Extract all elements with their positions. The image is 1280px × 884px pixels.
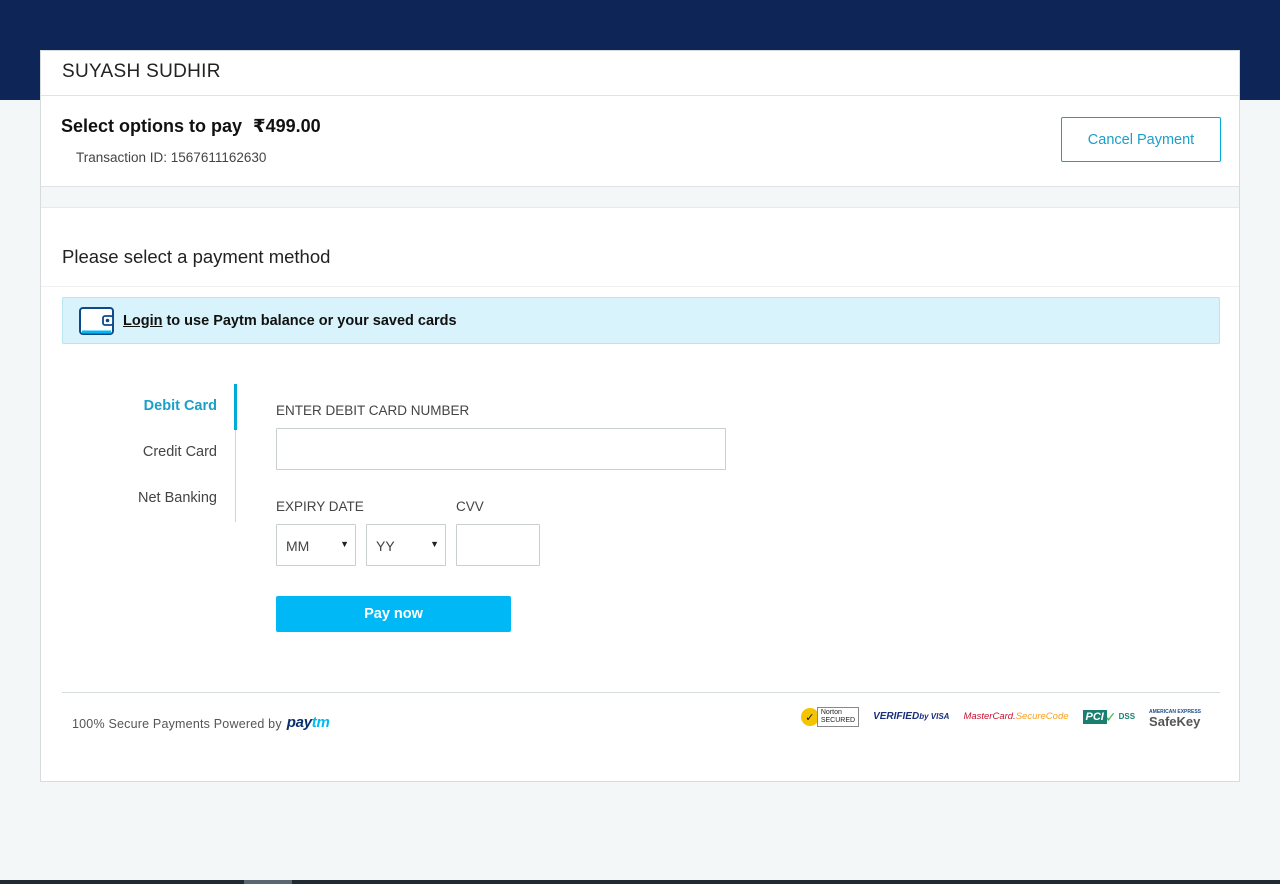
securecode-label: SecureCode (1015, 711, 1069, 722)
tab-debit-card[interactable]: Debit Card (144, 398, 217, 414)
norton-label: Norton (820, 709, 842, 716)
checkmark-icon: ✓ (1104, 708, 1117, 725)
tab-net-banking[interactable]: Net Banking (138, 490, 217, 506)
section-divider (41, 187, 1239, 208)
security-badges: ✓ Norton SECURED VERIFIED by VISA Master… (800, 707, 1201, 729)
norton-secured-label: SECURED (820, 717, 856, 724)
expiry-date-label: EXPIRY DATE (276, 499, 364, 514)
mastercard-label: MasterCard. (963, 711, 1016, 722)
login-message: Login to use Paytm balance or your saved … (123, 313, 457, 329)
merchant-name: SUYASH SUDHIR (62, 61, 221, 82)
pci-dss-badge: PCI ✓ DSS (1082, 708, 1136, 726)
payment-amount: ₹499.00 (253, 116, 321, 136)
transaction-id: Transaction ID: 1567611162630 (76, 150, 267, 165)
norton-badge-text: Norton SECURED (816, 707, 860, 727)
card-number-input[interactable] (276, 428, 726, 470)
payment-method-heading: Please select a payment method (41, 208, 1239, 287)
amex-safekey-badge: AMERICAN EXPRESS SafeKey (1149, 707, 1201, 729)
paytm-logo-tm: tm (311, 714, 330, 731)
payment-method-tabs: Debit Card Credit Card Net Banking (101, 384, 237, 522)
visa-verified-label: VERIFIED (873, 711, 920, 722)
rupee-icon: ₹ (253, 116, 266, 136)
norton-secured-badge: ✓ Norton SECURED (800, 707, 860, 727)
expiry-month-value: MM (286, 538, 310, 554)
active-tab-indicator (234, 384, 237, 430)
expiry-month-select[interactable]: MM ▼ (276, 524, 356, 566)
payment-title: Select options to pay ₹499.00 (61, 116, 321, 137)
paytm-logo: paytm (287, 714, 330, 731)
verified-by-visa-badge: VERIFIED by VISA (873, 712, 949, 722)
payment-header: Select options to pay ₹499.00 Transactio… (41, 96, 1239, 187)
card-number-label: ENTER DEBIT CARD NUMBER (276, 403, 470, 418)
mastercard-securecode-badge: MasterCard. SecureCode (963, 712, 1068, 722)
login-banner: Login to use Paytm balance or your saved … (62, 297, 1220, 344)
pci-label: PCI (1082, 710, 1107, 724)
login-link[interactable]: Login (123, 313, 162, 329)
safekey-label: SafeKey (1149, 714, 1201, 729)
payment-title-label: Select options to pay (61, 116, 243, 136)
paytm-logo-pay: pay (286, 714, 312, 731)
cancel-payment-button[interactable]: Cancel Payment (1061, 117, 1221, 162)
merchant-bar: SUYASH SUDHIR (41, 51, 1239, 96)
payment-card: SUYASH SUDHIR Select options to pay ₹499… (40, 50, 1240, 782)
footer-divider (62, 692, 1220, 693)
tab-credit-card[interactable]: Credit Card (143, 444, 217, 460)
expiry-year-select[interactable]: YY ▼ (366, 524, 446, 566)
cvv-input[interactable] (456, 524, 540, 566)
dss-label: DSS (1118, 712, 1136, 721)
pay-now-button[interactable]: Pay now (276, 596, 511, 632)
secure-payments-text: 100% Secure Payments Powered by (72, 717, 282, 731)
bottom-edge-segment (244, 880, 292, 884)
login-message-text: to use Paytm balance or your saved cards (166, 312, 457, 329)
visa-by-label: by VISA (919, 712, 950, 721)
amount-value: 499.00 (265, 116, 321, 136)
bottom-edge-band (0, 880, 1280, 884)
caret-down-icon: ▼ (430, 539, 439, 549)
expiry-year-value: YY (376, 538, 395, 554)
wallet-icon (79, 305, 114, 336)
caret-down-icon: ▼ (340, 539, 349, 549)
secure-payments-note: 100% Secure Payments Powered by paytm (72, 714, 330, 731)
cvv-label: CVV (456, 499, 484, 514)
